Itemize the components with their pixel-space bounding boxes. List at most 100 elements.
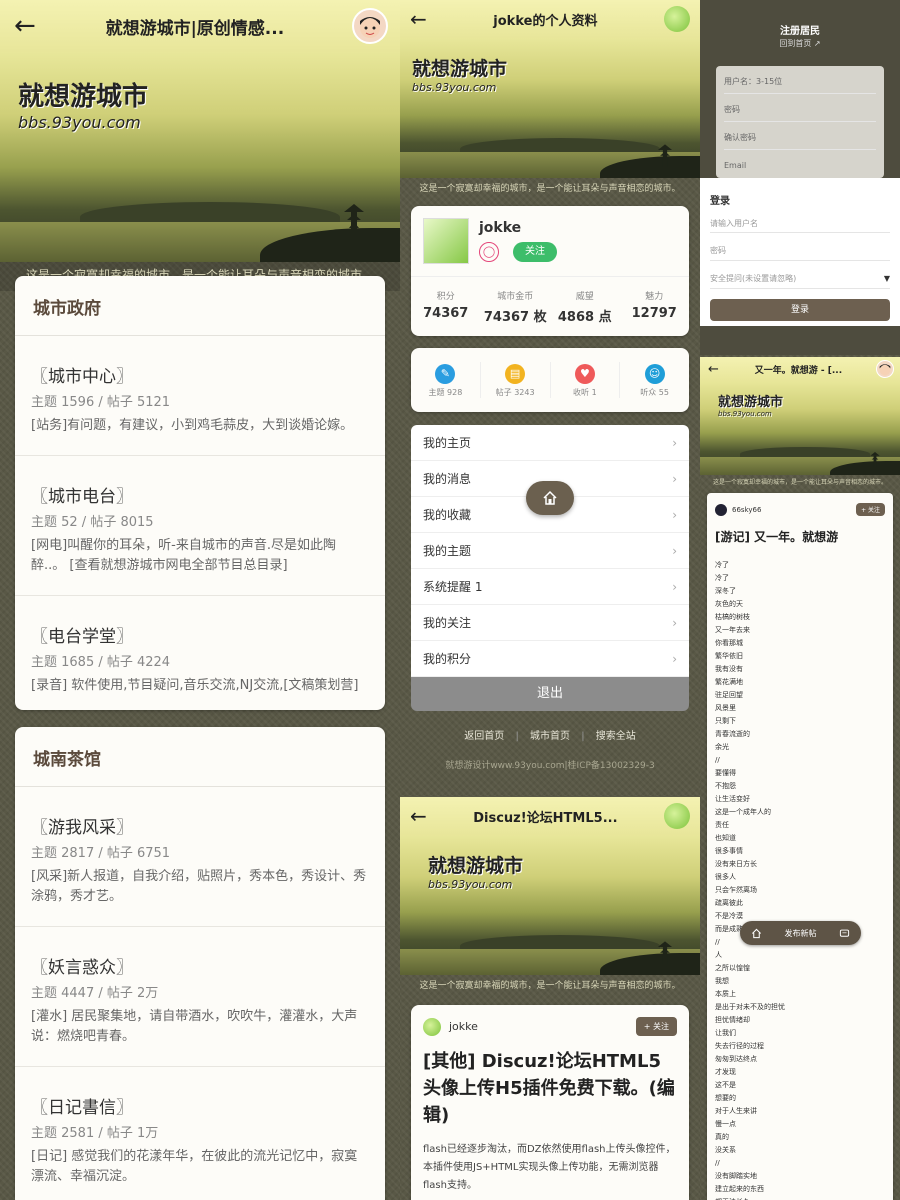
poem-line: 让生活变好 bbox=[715, 795, 750, 803]
home-icon[interactable] bbox=[751, 928, 762, 939]
author-avatar[interactable] bbox=[715, 503, 727, 516]
poem-line: 驻足回望 bbox=[715, 691, 743, 699]
forum-name[interactable]: 〖城市电台〗 bbox=[31, 482, 369, 507]
forum-desc: [录音] 软件使用,节目疑问,音乐交流,NJ交流,[文稿策划营] bbox=[31, 678, 359, 693]
poem-line: 余光 bbox=[715, 743, 729, 751]
poem-line: 没有脚踏实地 bbox=[715, 1172, 757, 1180]
email-input[interactable]: Email bbox=[724, 150, 876, 178]
user-avatar[interactable] bbox=[352, 8, 388, 44]
author-name[interactable]: 66sky66 bbox=[732, 506, 761, 514]
menu-item[interactable]: 我的主题 › bbox=[411, 533, 689, 569]
poem-line: 没关系 bbox=[715, 1146, 736, 1154]
user-avatar[interactable] bbox=[664, 6, 690, 32]
stat-label: 城市金币 bbox=[497, 292, 534, 302]
poem-line: 人 bbox=[715, 951, 722, 959]
poem-line: 灰色的天 bbox=[715, 600, 743, 608]
forum-item[interactable]: 〖城市中心〗 主题 1596 / 帖子 5121 [站务]有问题，有建议，小到鸡… bbox=[15, 336, 385, 456]
top-bar: ← Discuz!论坛HTML5... bbox=[400, 797, 700, 835]
site-slogan: 这是一个寂寞却幸福的城市，是一个能让耳朵与声音相恋的城市。 bbox=[712, 479, 887, 486]
count-posts[interactable]: ▤ 帖子 3243 bbox=[479, 362, 550, 398]
forum-name[interactable]: 〖城市中心〗 bbox=[31, 362, 369, 387]
poem-line: 这不是 bbox=[715, 1081, 736, 1089]
login-username-input[interactable]: 请输入用户名 bbox=[710, 207, 890, 233]
poem-line: 对于人生来讲 bbox=[715, 1107, 757, 1115]
pagoda-icon bbox=[657, 144, 673, 167]
user-avatar[interactable] bbox=[876, 360, 894, 378]
site-slogan: 这是一个寂寞却幸福的城市，是一个能让耳朵与声音相恋的城市。 bbox=[419, 981, 681, 991]
forum-name[interactable]: 〖妖言惑众〗 bbox=[31, 953, 369, 978]
poem-line: 你看那城 bbox=[715, 639, 743, 647]
stat-label: 积分 bbox=[436, 292, 455, 302]
link-search[interactable]: 搜索全站 bbox=[596, 731, 636, 742]
back-home-label: 回到首页 bbox=[779, 39, 812, 48]
page-title: jokke的个人资料 bbox=[493, 13, 598, 29]
forum-item[interactable]: 〖电台学堂〗 主题 1685 / 帖子 4224 [录音] 软件使用,节目疑问,… bbox=[15, 596, 385, 716]
back-arrow-icon[interactable]: ← bbox=[0, 13, 50, 39]
select-value: 安全提问(未设置请忽略) bbox=[710, 274, 797, 283]
forum-meta: 主题 1596 / 帖子 5121 bbox=[31, 395, 171, 410]
forum-item[interactable]: 〖日记書信〗 主题 2581 / 帖子 1万 [日记] 感觉我们的花漾年华，在彼… bbox=[15, 1067, 385, 1200]
poem-line: 担忧情绪却 bbox=[715, 1016, 750, 1024]
pagoda-icon bbox=[344, 204, 364, 236]
back-home-link[interactable]: 回到首页 ↗ bbox=[700, 38, 900, 49]
chevron-right-icon: › bbox=[672, 543, 677, 558]
count-followers[interactable]: ☺ 听众 55 bbox=[619, 362, 689, 398]
site-logo: 就想游城市 bbs.93you.com bbox=[412, 54, 507, 94]
back-arrow-icon[interactable]: ← bbox=[400, 806, 437, 826]
register-form: 用户名：3-15位 密码 确认密码 Email bbox=[716, 66, 884, 178]
link-city-home[interactable]: 城市首页 bbox=[530, 731, 570, 742]
section-title: 城市政府 bbox=[15, 276, 385, 336]
poem-line: 建立起来的东西 bbox=[715, 1185, 764, 1193]
forum-name[interactable]: 〖游我风采〗 bbox=[31, 813, 369, 838]
home-float-button[interactable] bbox=[526, 481, 574, 515]
author-name[interactable]: jokke bbox=[449, 1020, 478, 1033]
count-topics[interactable]: ✎ 主题 928 bbox=[411, 362, 480, 398]
post-new-button[interactable]: 发布新帖 bbox=[784, 928, 816, 939]
link-back-home[interactable]: 返回首页 bbox=[464, 731, 504, 742]
menu-item[interactable]: 我的积分 › bbox=[411, 641, 689, 677]
security-question-select[interactable]: 安全提问(未设置请忽略) ▼ bbox=[710, 261, 890, 289]
login-button[interactable]: 登录 bbox=[710, 299, 890, 321]
forum-desc: [网电]叫醒你的耳朵，听-来自城市的声音.尽是如此陶醉..。 [查看就想游城市网… bbox=[31, 538, 336, 573]
author-avatar[interactable] bbox=[423, 1017, 441, 1036]
forum-item[interactable]: 〖城市电台〗 主题 52 / 帖子 8015 [网电]叫醒你的耳朵，听-来自城市… bbox=[15, 456, 385, 596]
forum-item[interactable]: 〖游我风采〗 主题 2817 / 帖子 6751 [风采]新人报道，自我介绍，贴… bbox=[15, 787, 385, 927]
back-arrow-icon[interactable]: ← bbox=[700, 363, 727, 376]
logo-text: 就想游城市 bbox=[18, 82, 149, 112]
poem-line: 失去行径的过程 bbox=[715, 1042, 764, 1050]
footer-links: 返回首页 | 城市首页 | 搜索全站 bbox=[400, 727, 700, 742]
menu-item[interactable]: 系统提醒 1 › bbox=[411, 569, 689, 605]
follow-button[interactable]: 关注 bbox=[513, 242, 557, 262]
poem-line: 很多事情 bbox=[715, 847, 743, 855]
back-arrow-icon[interactable]: ← bbox=[400, 9, 437, 29]
login-password-input[interactable]: 密码 bbox=[710, 233, 890, 261]
follow-button[interactable]: + 关注 bbox=[856, 503, 885, 516]
author-row: 66sky66 + 关注 bbox=[715, 503, 885, 516]
user-avatar[interactable] bbox=[664, 803, 690, 829]
poem-line: 慢一点 bbox=[715, 1120, 736, 1128]
poem-line: 繁花满地 bbox=[715, 678, 743, 686]
top-bar: ← 就想游城市|原创情感... bbox=[0, 0, 400, 52]
menu-item[interactable]: 我的关注 › bbox=[411, 605, 689, 641]
message-icon[interactable]: ◯ bbox=[479, 242, 499, 262]
poem-line: 只会乍然离场 bbox=[715, 886, 757, 894]
follow-button[interactable]: + 关注 bbox=[635, 1017, 677, 1036]
banner-image: 就想游城市 bbs.93you.com bbox=[700, 381, 900, 475]
caret-down-icon: ▼ bbox=[883, 274, 890, 283]
forum-item[interactable]: 〖妖言惑众〗 主题 4447 / 帖子 2万 [灌水] 居民聚集地，请自带酒水，… bbox=[15, 927, 385, 1067]
post-body: flash已经逐步淘汰，而DZ依然使用flash上传头像控件，本插件使用JS+H… bbox=[423, 1144, 676, 1191]
username-input[interactable]: 用户名：3-15位 bbox=[724, 66, 876, 94]
logout-button[interactable]: 退出 bbox=[411, 677, 689, 711]
count-following[interactable]: ♥ 收听 1 bbox=[549, 362, 620, 398]
profile-menu: 我的主页 › 我的消息 › 我的收藏 › 我的主题 › 系统提醒 1 › 我的关注 › 我的… bbox=[411, 425, 689, 711]
forum-name[interactable]: 〖电台学堂〗 bbox=[31, 622, 369, 647]
menu-item[interactable]: 我的主页 › bbox=[411, 425, 689, 461]
chevron-right-icon: › bbox=[672, 615, 677, 630]
chevron-right-icon: › bbox=[672, 435, 677, 450]
forum-name[interactable]: 〖日记書信〗 bbox=[31, 1093, 369, 1118]
heart-icon: ♥ bbox=[574, 364, 595, 384]
forum-meta: 主题 2581 / 帖子 1万 bbox=[31, 1126, 159, 1141]
password-input[interactable]: 密码 bbox=[724, 94, 876, 122]
comment-icon[interactable] bbox=[839, 928, 850, 939]
confirm-password-input[interactable]: 确认密码 bbox=[724, 122, 876, 150]
